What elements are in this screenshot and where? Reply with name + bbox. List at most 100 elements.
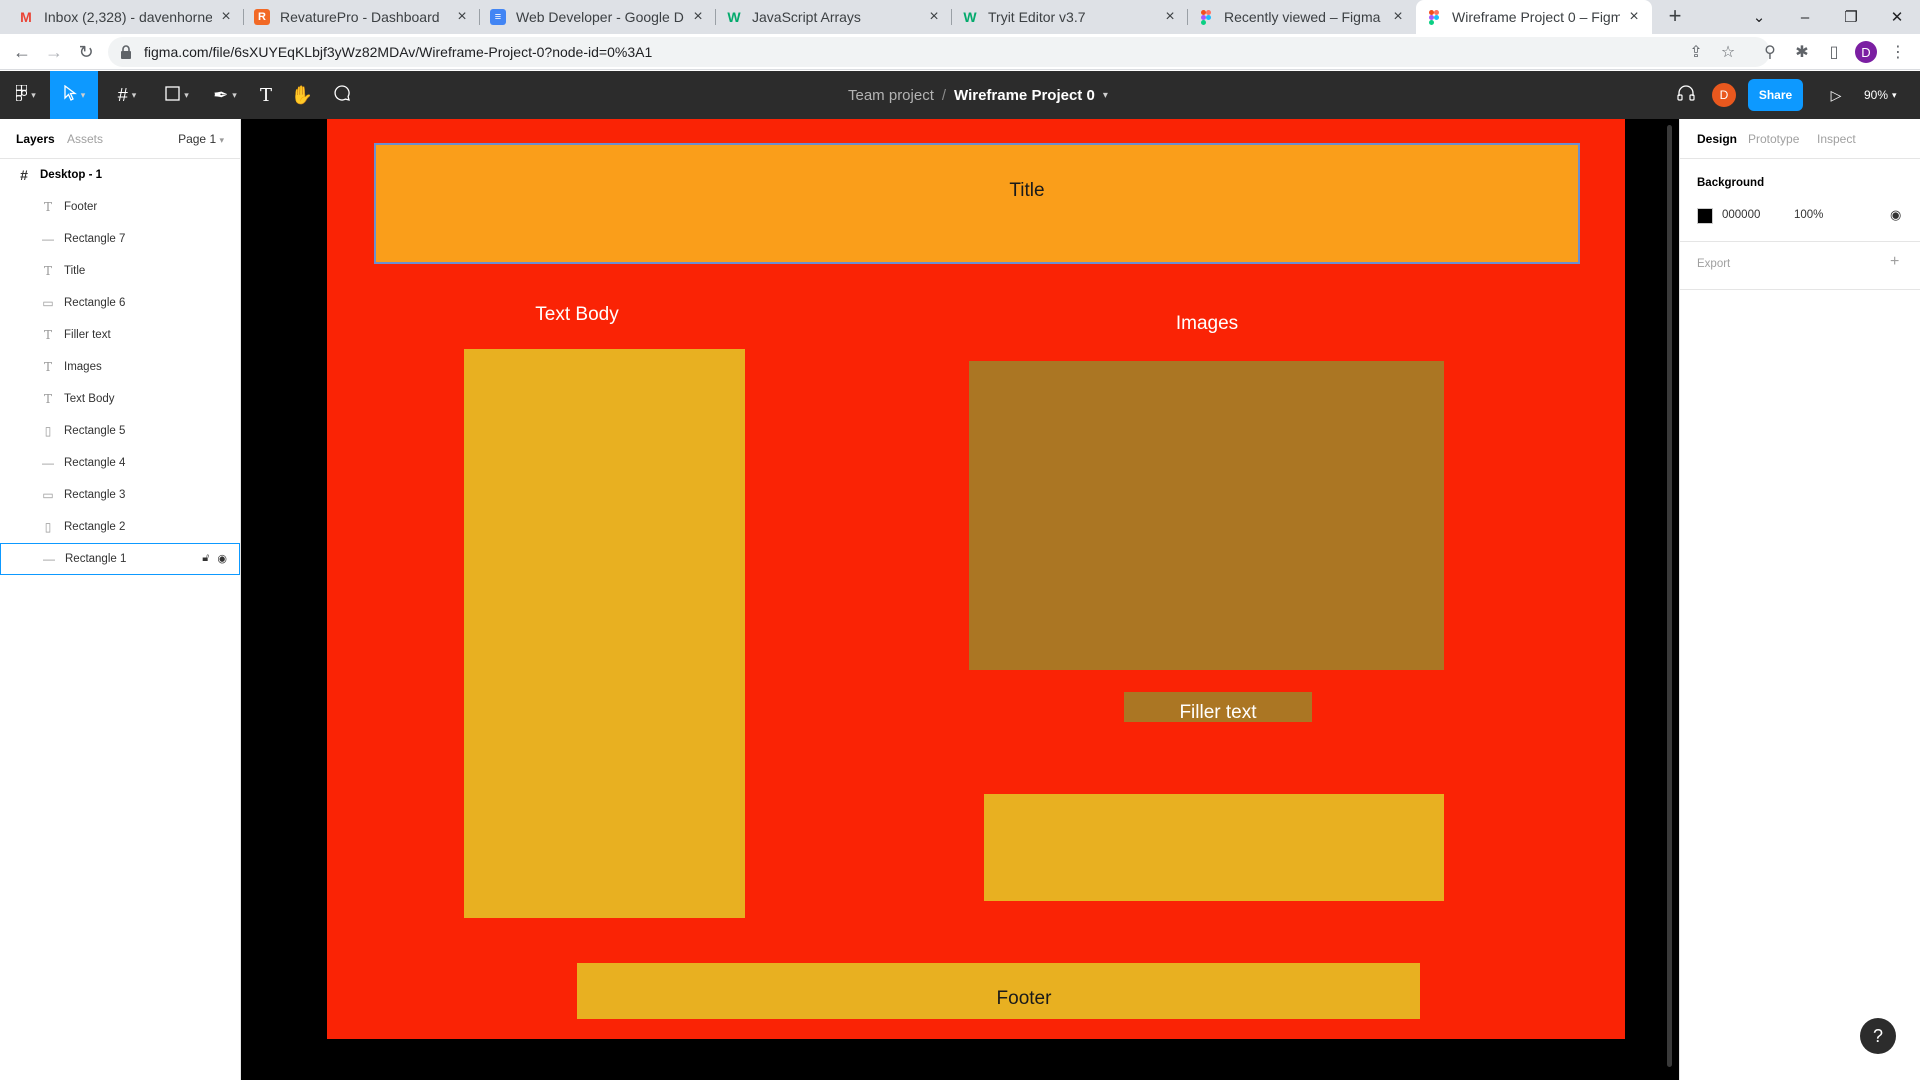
canvas[interactable]: Title Text Body Images Filler text Foote… [241, 119, 1679, 1080]
audio-call-button[interactable] [1672, 71, 1700, 119]
window-close-icon[interactable]: ✕ [1874, 0, 1920, 34]
tab-layers[interactable]: Layers [16, 132, 55, 146]
layer-item[interactable]: — Rectangle 4 [0, 447, 240, 479]
layer-item[interactable]: ▯ Rectangle 2 [0, 511, 240, 543]
breadcrumb-project[interactable]: Wireframe Project 0 [954, 87, 1095, 104]
close-icon[interactable]: × [1390, 8, 1406, 26]
forward-icon[interactable]: → [40, 38, 68, 66]
frame-tool-button[interactable]: # ▾ [108, 71, 146, 119]
text-icon: T [43, 264, 52, 278]
tab-design[interactable]: Design [1697, 132, 1737, 146]
present-button[interactable]: ▷ [1822, 71, 1850, 119]
layer-frame-desktop[interactable]: # Desktop - 1 [0, 159, 240, 191]
image-rectangle[interactable] [969, 361, 1444, 670]
shape-tool-button[interactable]: ▾ [158, 71, 196, 119]
reload-icon[interactable]: ↻ [72, 38, 100, 66]
chevron-down-icon[interactable]: ▾ [1103, 90, 1108, 101]
chevron-down-icon: ▾ [219, 135, 224, 145]
browser-toolbar: ← → ↻ figma.com/file/6sXUYEqKLbjf3yWz82M… [0, 34, 1920, 70]
images-heading[interactable]: Images [1107, 313, 1307, 335]
browser-tab[interactable]: W Tryit Editor v3.7 × [952, 0, 1188, 34]
unlock-icon[interactable]: 🔓︎ [202, 552, 209, 565]
move-tool-button[interactable]: ▾ [50, 71, 98, 119]
tab-search-icon[interactable]: ⌄ [1736, 0, 1782, 34]
background-color-swatch[interactable] [1697, 208, 1713, 224]
figma-logo-icon [15, 83, 28, 106]
hand-icon: ✋ [290, 84, 314, 105]
extension-pin-icon[interactable]: ⚲ [1756, 38, 1784, 66]
layer-item[interactable]: T Title [0, 255, 240, 287]
page-selector[interactable]: Page 1 ▾ [178, 132, 224, 146]
address-bar[interactable]: figma.com/file/6sXUYEqKLbjf3yWz82MDAv/Wi… [108, 37, 1770, 67]
comment-tool-button[interactable] [328, 71, 356, 119]
chevron-down-icon: ▾ [232, 89, 237, 100]
layer-item[interactable]: T Images [0, 351, 240, 383]
extensions-puzzle-icon[interactable]: ✱ [1788, 38, 1816, 66]
layer-item[interactable]: ▯ Rectangle 5 [0, 415, 240, 447]
back-icon[interactable]: ← [8, 38, 36, 66]
close-icon[interactable]: × [1162, 8, 1178, 26]
layer-item-selected[interactable]: — Rectangle 1 🔓︎ ◉ [0, 543, 240, 575]
title-rectangle[interactable] [374, 143, 1580, 264]
filler-text[interactable]: Filler text [1124, 702, 1312, 724]
close-icon[interactable]: × [690, 8, 706, 26]
content-rectangle[interactable] [984, 794, 1444, 901]
browser-tab[interactable]: ≡ Web Developer - Google Docs × [480, 0, 716, 34]
new-tab-button[interactable]: + [1662, 4, 1688, 30]
tab-title: Tryit Editor v3.7 [988, 9, 1086, 25]
layer-item[interactable]: ▭ Rectangle 3 [0, 479, 240, 511]
main-menu-button[interactable]: ▾ [8, 71, 44, 119]
layer-item[interactable]: ▭ Rectangle 6 [0, 287, 240, 319]
close-icon[interactable]: × [218, 8, 234, 26]
help-button[interactable]: ? [1860, 1018, 1896, 1054]
share-page-icon[interactable]: ⇪ [1682, 38, 1710, 66]
text-icon: T [43, 392, 52, 406]
layer-item[interactable]: — Rectangle 7 [0, 223, 240, 255]
eye-icon[interactable]: ◉ [1890, 207, 1901, 223]
text-body-rectangle[interactable] [464, 349, 745, 918]
breadcrumb-team[interactable]: Team project [848, 87, 934, 104]
desktop-frame[interactable]: Title Text Body Images Filler text Foote… [327, 119, 1625, 1039]
share-button[interactable]: Share [1748, 79, 1803, 111]
profile-button[interactable]: D [1852, 38, 1880, 66]
chrome-menu-icon[interactable]: ⋮ [1884, 38, 1912, 66]
close-icon[interactable]: × [454, 8, 470, 26]
eye-icon[interactable]: ◉ [217, 552, 227, 565]
close-icon[interactable]: × [1626, 8, 1642, 26]
minimize-icon[interactable]: – [1782, 0, 1828, 34]
hand-tool-button[interactable]: ✋ [288, 71, 316, 119]
restore-icon[interactable]: ❐ [1828, 0, 1874, 34]
text-icon: T [43, 360, 52, 374]
text-tool-button[interactable]: T [252, 71, 280, 119]
bookmark-star-icon[interactable]: ☆ [1714, 38, 1742, 66]
background-opacity-input[interactable]: 100% [1794, 209, 1823, 221]
browser-tab[interactable]: Recently viewed – Figma × [1188, 0, 1416, 34]
zoom-menu[interactable]: 90% ▾ [1864, 71, 1897, 119]
user-avatar[interactable]: D [1712, 83, 1736, 107]
line-icon: — [42, 232, 54, 246]
text-body-heading[interactable]: Text Body [477, 304, 677, 326]
pen-tool-button[interactable]: ✒ ▾ [206, 71, 244, 119]
tab-assets[interactable]: Assets [67, 132, 103, 146]
footer-text[interactable]: Footer [924, 988, 1124, 1010]
tab-title: Recently viewed – Figma [1224, 9, 1381, 25]
browser-tab-strip: M Inbox (2,328) - davenhorne31@ × R Reva… [0, 0, 1920, 34]
close-icon[interactable]: × [926, 8, 942, 26]
layer-item[interactable]: T Text Body [0, 383, 240, 415]
tab-inspect[interactable]: Inspect [1817, 132, 1856, 146]
line-icon: ▭ [42, 296, 54, 310]
browser-tab[interactable]: W JavaScript Arrays × [716, 0, 952, 34]
layer-item[interactable]: T Footer [0, 191, 240, 223]
add-export-icon[interactable]: + [1890, 253, 1899, 271]
layer-name: Rectangle 6 [64, 297, 126, 309]
browser-tab-active[interactable]: Wireframe Project 0 – Figma × [1416, 0, 1652, 34]
layer-item[interactable]: T Filler text [0, 319, 240, 351]
canvas-scrollbar[interactable] [1667, 125, 1672, 1067]
browser-tab[interactable]: R RevaturePro - Dashboard × [244, 0, 480, 34]
title-text[interactable]: Title [927, 180, 1127, 202]
browser-tab[interactable]: M Inbox (2,328) - davenhorne31@ × [8, 0, 244, 34]
background-hex-input[interactable]: 000000 [1722, 209, 1760, 221]
side-panel-icon[interactable]: ▯ [1820, 38, 1848, 66]
tab-prototype[interactable]: Prototype [1748, 132, 1799, 146]
layer-name: Filler text [64, 329, 111, 341]
